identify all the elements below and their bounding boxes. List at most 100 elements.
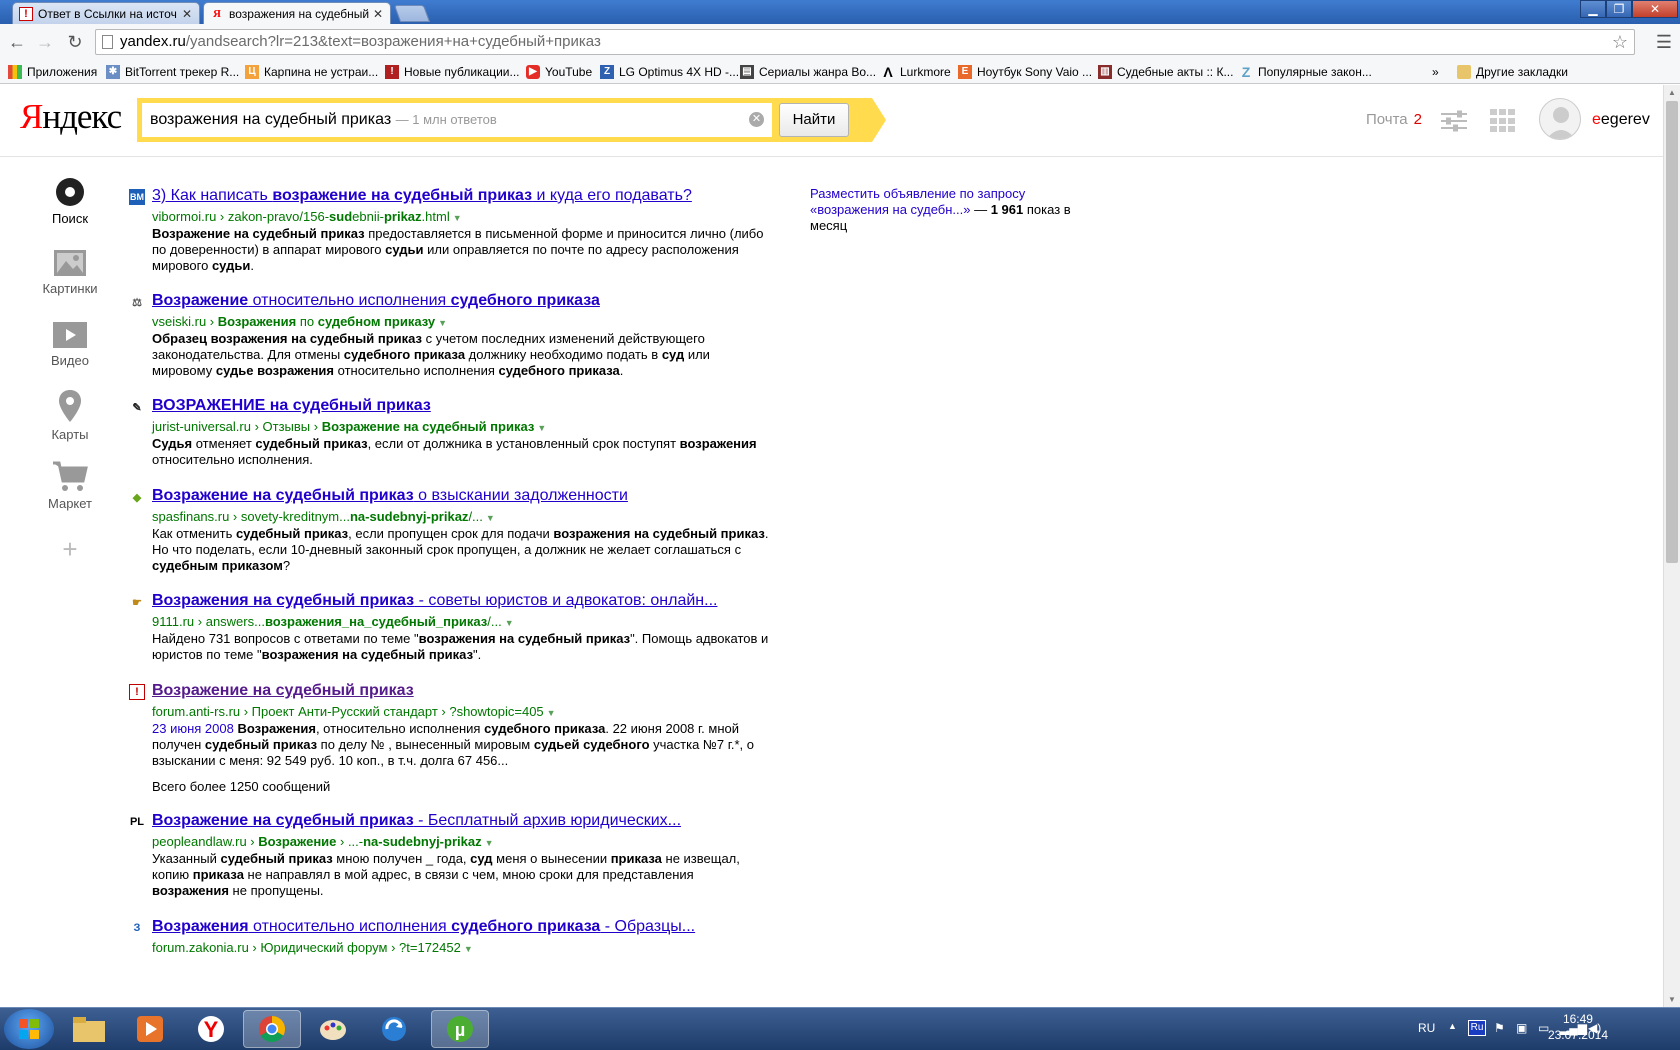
result-url[interactable]: peopleandlaw.ru › Возражение › ...-na-su… (152, 834, 494, 849)
result-menu-icon[interactable]: ▼ (486, 513, 495, 523)
bookmark-youtube[interactable]: ▶ YouTube (526, 63, 592, 81)
device-icon[interactable]: ▣ (1516, 1021, 1527, 1035)
bookmark-laws[interactable]: Z Популярные закон... (1239, 63, 1372, 81)
other-bookmarks[interactable]: Другие закладки (1457, 63, 1568, 81)
username[interactable]: eegerev (1592, 111, 1650, 129)
result-title-link[interactable]: Возражение на судебный приказ о взыскани… (152, 487, 628, 505)
result-title-link[interactable]: ВОЗРАЖЕНИЕ на судебный приказ (152, 397, 431, 415)
language-indicator[interactable]: RU (1418, 1021, 1435, 1035)
apps-grid-icon (8, 65, 22, 79)
back-arrow-icon[interactable]: ← (6, 31, 28, 53)
nav-market[interactable]: Маркет (30, 460, 110, 511)
bookmark-lurkmore[interactable]: Λ Lurkmore (881, 63, 950, 81)
svg-text:µ: µ (455, 1020, 465, 1040)
video-icon (53, 322, 87, 348)
mail-link[interactable]: Почта 2 (1366, 111, 1422, 128)
start-button[interactable] (4, 1009, 54, 1049)
taskbar-chrome[interactable] (243, 1010, 301, 1048)
taskbar-utorrent[interactable]: µ (431, 1010, 489, 1048)
result-menu-icon[interactable]: ▼ (438, 318, 447, 328)
reload-icon[interactable]: ↻ (64, 31, 86, 53)
folder-icon (73, 1017, 105, 1042)
clear-input-icon[interactable]: ✕ (749, 112, 764, 127)
bookmark-publications[interactable]: ! Новые публикации... (385, 63, 520, 81)
page-favicon-icon: Ц (245, 65, 259, 79)
result-menu-icon[interactable]: ▼ (505, 618, 514, 628)
maximize-button[interactable]: ❐ (1606, 0, 1632, 18)
taskbar-updater[interactable] (365, 1010, 423, 1048)
map-pin-icon (59, 390, 81, 422)
nav-search[interactable]: Поиск (30, 177, 110, 226)
result-snippet: Указанный судебный приказ мною получен _… (152, 851, 740, 898)
result-url[interactable]: forum.zakonia.ru › Юридический форум › ?… (152, 940, 473, 955)
new-tab-button[interactable] (393, 5, 431, 22)
update-icon (382, 1017, 406, 1041)
close-window-button[interactable]: ✕ (1632, 0, 1678, 18)
result-menu-icon[interactable]: ▼ (464, 944, 473, 954)
taskbar-explorer[interactable] (60, 1010, 118, 1048)
result-title-link[interactable]: Возражение относительно исполнения судеб… (152, 292, 600, 310)
taskbar-clock[interactable]: 16:49 23.07.2014 (1548, 1011, 1608, 1043)
nav-add-service[interactable]: + (30, 534, 110, 565)
result-menu-icon[interactable]: ▼ (537, 423, 546, 433)
page-scrollbar[interactable]: ▲ ▼ (1663, 85, 1680, 1007)
result-url[interactable]: spasfinans.ru › sovety-kreditnym...na-su… (152, 509, 495, 524)
scroll-up-icon[interactable]: ▲ (1668, 88, 1676, 97)
result-url[interactable]: vseiski.ru › Возражения по судебном прик… (152, 314, 447, 329)
yandex-logo[interactable]: Яндекс (20, 97, 122, 137)
result-snippet: Судья отменяет судебный приказ, если от … (152, 436, 757, 467)
site-favicon-icon: PL (129, 816, 145, 828)
tab-yandex[interactable]: Я возражения на судебный ✕ (203, 2, 391, 24)
scrollbar-thumb[interactable] (1666, 101, 1678, 563)
forward-arrow-icon[interactable]: → (34, 31, 56, 53)
bookmarks-more-button[interactable]: » (1432, 63, 1439, 81)
bookmark-karpina[interactable]: Ц Карпина не устраи... (245, 63, 378, 81)
search-button[interactable]: Найти (779, 103, 849, 137)
search-input[interactable]: возражения на судебный приказ — 1 млн от… (142, 103, 772, 137)
result-url[interactable]: vibormoi.ru › zakon-pravo/156-sudebnii-p… (152, 209, 462, 224)
settings-sliders-icon[interactable] (1439, 109, 1469, 133)
bookmark-court-acts[interactable]: ▥ Судебные акты :: К... (1098, 63, 1233, 81)
tab-title: Ответ в Ссылки на источ (38, 6, 177, 21)
result-title-link[interactable]: Возражения относительно исполнения судеб… (152, 918, 695, 936)
taskbar-yandex-browser[interactable]: Y (182, 1010, 240, 1048)
avatar[interactable] (1539, 98, 1581, 140)
nav-maps[interactable]: Карты (30, 389, 110, 442)
result-title-link[interactable]: Возражения на судебный приказ - советы ю… (152, 592, 717, 610)
nav-video[interactable]: Видео (30, 321, 110, 368)
services-grid-icon[interactable] (1490, 109, 1516, 133)
nav-images[interactable]: Картинки (30, 249, 110, 296)
result-menu-icon[interactable]: ▼ (485, 838, 494, 848)
site-favicon-icon: ! (129, 684, 145, 700)
result-snippet: Как отменить судебный приказ, если пропу… (152, 526, 769, 573)
site-favicon-icon: ВМ (129, 189, 145, 205)
search-icon (56, 178, 84, 206)
tray-expand-icon[interactable]: ▲ (1448, 1021, 1457, 1031)
chrome-menu-icon[interactable]: ☰ (1656, 32, 1672, 53)
result-menu-icon[interactable]: ▼ (453, 213, 462, 223)
result-url[interactable]: forum.anti-rs.ru › Проект Анти-Русский с… (152, 704, 556, 719)
taskbar-media-player[interactable] (121, 1010, 179, 1048)
result-title-link[interactable]: 3) Как написать возражение на судебный п… (152, 187, 692, 205)
result-url[interactable]: jurist-universal.ru › Отзывы › Возражени… (152, 419, 546, 434)
result-url[interactable]: 9111.ru › answers...возражения_на_судебн… (152, 614, 514, 629)
bookmark-lg-optimus[interactable]: Z LG Optimus 4X HD -... (600, 63, 739, 81)
bookmark-bittorrent[interactable]: ✱ BitTorrent трекер R... (106, 63, 239, 81)
bookmark-sony-vaio[interactable]: E Ноутбук Sony Vaio ... (958, 63, 1092, 81)
address-bar[interactable]: yandex.ru/yandsearch?lr=213&text=возраже… (95, 29, 1635, 55)
minimize-button[interactable]: ▁ (1580, 0, 1606, 18)
tab-answer[interactable]: ! Ответ в Ссылки на источ ✕ (12, 2, 200, 24)
result-menu-icon[interactable]: ▼ (547, 708, 556, 718)
scroll-down-icon[interactable]: ▼ (1668, 995, 1676, 1004)
bookmark-apps[interactable]: Приложения (8, 63, 97, 81)
result-title-link[interactable]: Возражение на судебный приказ (152, 682, 414, 700)
keyboard-layout-icon[interactable]: Ru (1468, 1020, 1486, 1036)
bookmark-star-icon[interactable]: ☆ (1612, 30, 1628, 54)
flag-icon[interactable]: ⚑ (1494, 1021, 1505, 1035)
tab-favicon-icon: ! (19, 6, 33, 21)
result-title-link[interactable]: Возражение на судебный приказ - Бесплатн… (152, 812, 681, 830)
tab-close-icon[interactable]: ✕ (372, 7, 384, 21)
tab-close-icon[interactable]: ✕ (181, 7, 193, 21)
bookmark-serials[interactable]: ▤ Сериалы жанра Во... (740, 63, 876, 81)
taskbar-paint[interactable] (304, 1010, 362, 1048)
